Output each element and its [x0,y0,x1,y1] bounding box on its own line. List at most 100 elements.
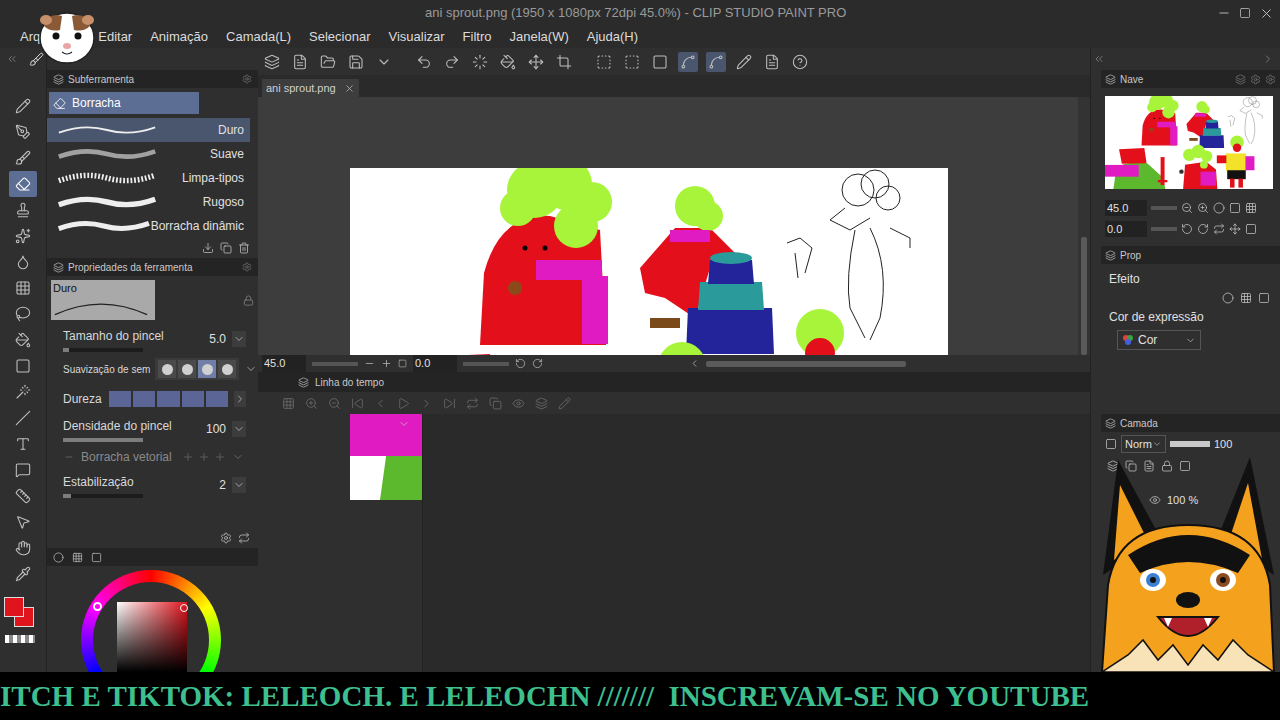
tone-effect-icon[interactable] [1240,292,1252,304]
panel-title[interactable]: Propriedades da ferramenta [68,260,193,275]
loading-icon[interactable] [470,52,490,72]
new-cel-icon[interactable] [489,397,502,410]
snap-ruler-icon[interactable] [678,52,698,72]
save-icon[interactable] [346,52,366,72]
property-value[interactable]: 2 [196,476,226,494]
last-frame-icon[interactable] [443,397,456,410]
tool-button[interactable] [9,171,37,197]
next-frame-icon[interactable] [420,397,433,410]
edit-icon[interactable] [558,397,571,410]
new-timeline-icon[interactable] [282,397,295,410]
hardness-step[interactable] [133,391,155,407]
vector-option-icon[interactable] [198,451,210,463]
deselect-icon[interactable] [622,52,642,72]
zoom-value[interactable]: 45.0 [262,355,306,372]
move-icon[interactable] [526,52,546,72]
spin-icon[interactable] [232,477,246,493]
dropdown-icon[interactable] [232,451,244,463]
reset-icon[interactable] [238,532,250,544]
menu-item[interactable]: Ajuda(H) [587,27,638,47]
tool-button[interactable] [9,249,37,275]
tool-button[interactable] [9,457,37,483]
close-tab-icon[interactable] [344,83,355,94]
cel-icon[interactable] [535,397,548,410]
panel-title[interactable]: Subferramenta [68,72,134,87]
menu-item[interactable]: Janela(W) [510,27,569,47]
zoom-out-icon[interactable] [328,397,341,410]
property-slider[interactable] [63,348,143,352]
collapse-icon[interactable] [1093,53,1105,65]
vertical-scrollbar[interactable] [1078,97,1090,355]
properties-tab-icon[interactable] [1105,250,1116,261]
menu-item[interactable]: Animação [150,27,208,47]
border-effect-icon[interactable] [1222,292,1234,304]
more-icon[interactable] [374,52,394,72]
spin-icon[interactable] [232,331,246,347]
layer-action-icon[interactable] [1125,460,1137,472]
tool-button[interactable] [9,561,37,587]
tool-button[interactable] [9,483,37,509]
fill-icon[interactable] [498,52,518,72]
snap-grid-icon[interactable] [734,52,754,72]
help-icon[interactable] [790,52,810,72]
sub-tool-item[interactable]: Duro [47,118,250,142]
collapse-icon[interactable] [6,53,18,65]
saturation-square[interactable] [117,602,187,672]
opacity-slider[interactable] [1170,441,1210,447]
navigator-zoom-icon[interactable] [1197,202,1209,214]
hardness-step[interactable] [109,391,131,407]
zoom-out-icon[interactable] [364,358,375,369]
property-slider[interactable] [63,438,143,442]
import-icon[interactable] [202,242,214,254]
navigator-rotation-slider[interactable] [1151,227,1177,231]
tool-button[interactable] [9,379,37,405]
opacity-value[interactable]: 100 [1214,436,1232,453]
info-icon[interactable] [762,52,782,72]
sub-tool-item[interactable]: Suave [47,142,250,166]
menu-item[interactable]: Editar [98,27,132,47]
hardness-step[interactable] [206,391,228,407]
main-color-swatch[interactable] [4,597,24,617]
property-slider[interactable] [63,494,143,498]
navigator-zoom[interactable]: 45.0 [1105,200,1147,217]
panel-menu-icon[interactable] [242,74,252,84]
lock-icon[interactable] [243,295,254,306]
tool-button[interactable] [9,431,37,457]
transparent-swatch[interactable] [5,635,35,643]
prev-frame-icon[interactable] [374,397,387,410]
expand-icon[interactable] [234,391,246,407]
tool-button[interactable] [9,145,37,171]
snap-special-icon[interactable] [706,52,726,72]
app-icon[interactable] [262,52,282,72]
sub-tool-item[interactable]: Limpa-tipos [47,166,250,190]
navigator-zoom-slider[interactable] [1151,206,1177,210]
zoom-in-icon[interactable] [305,397,318,410]
expression-dropdown[interactable]: Cor [1117,330,1201,350]
navigator-tab[interactable]: Nave [1120,72,1143,87]
vector-option-icon[interactable] [182,451,194,463]
spin-icon[interactable] [232,421,246,437]
menu-item[interactable]: Selecionar [309,27,370,47]
color-set-tab-icon[interactable] [72,552,83,563]
zoom-in-icon[interactable] [381,358,392,369]
dropdown-icon[interactable] [245,363,257,375]
timeline-icon[interactable] [298,377,309,388]
property-checkbox[interactable] [63,451,75,463]
crop-icon[interactable] [554,52,574,72]
tool-button[interactable] [9,197,37,223]
menu-item[interactable]: Visualizar [388,27,444,47]
sub-tool-group-tab[interactable]: Borracha [49,92,199,114]
navigator-rotate-icon[interactable] [1197,223,1209,235]
horizontal-scrollbar[interactable] [706,361,906,367]
tool-button[interactable] [9,223,37,249]
layer-action-icon[interactable] [1143,460,1155,472]
blend-mode-dropdown[interactable]: Norm [1121,435,1166,454]
layer-action-icon[interactable] [1161,460,1173,472]
panel-icon[interactable] [53,74,64,85]
rotation-value[interactable]: 0.0 [413,355,457,372]
tool-button[interactable] [9,301,37,327]
smoothing-option[interactable] [178,360,196,378]
tool-button[interactable] [9,119,37,145]
vector-option-icon[interactable] [214,451,226,463]
navigator-rotation[interactable]: 0.0 [1105,221,1147,238]
